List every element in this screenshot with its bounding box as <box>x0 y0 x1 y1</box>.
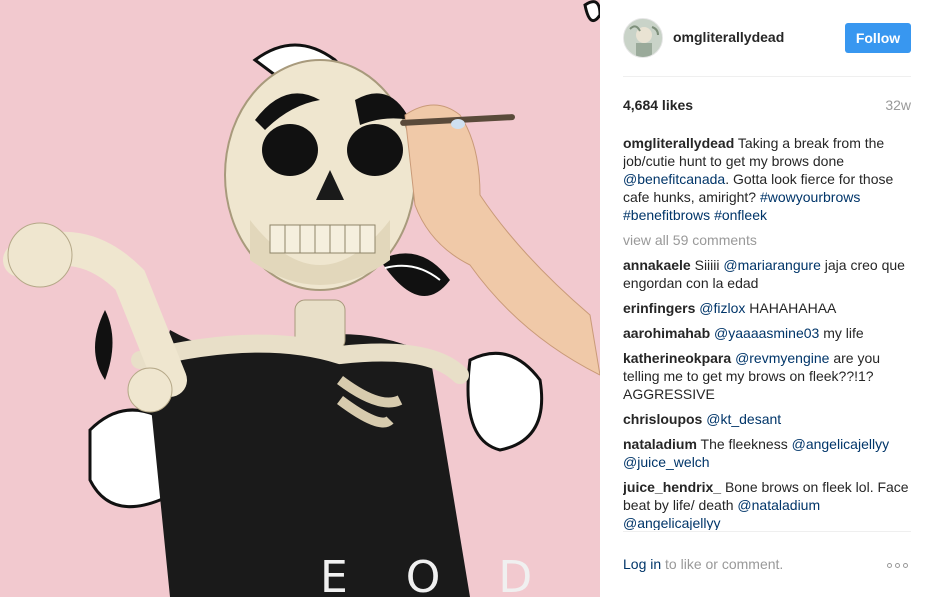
login-link[interactable]: Log in <box>623 556 661 572</box>
comment-item: chrisloupos @kt_desant <box>623 410 915 428</box>
comment-mention[interactable]: @mariarangure <box>723 257 820 273</box>
footer-text: to like or comment. <box>661 556 784 572</box>
comments-list[interactable]: omgliterallydead Taking a break from the… <box>623 134 915 530</box>
comment-text-end: my life <box>819 325 864 341</box>
avatar[interactable] <box>623 18 663 58</box>
comment-mention[interactable]: @revmyengine <box>735 350 829 366</box>
comment-item: erinfingers @fizlox HAHAHAHAA <box>623 299 915 317</box>
dot-icon <box>887 562 892 568</box>
caption: omgliterallydead Taking a break from the… <box>623 134 915 224</box>
caption-hashtag-3[interactable]: #onfleek <box>714 207 767 223</box>
caption-mention[interactable]: @benefitcanada <box>623 171 725 187</box>
skeleton-photo-illustration: E O D <box>0 0 600 597</box>
comment-username[interactable]: katherineokpara <box>623 350 731 366</box>
comment-mention[interactable]: @yaaaasmine03 <box>714 325 819 341</box>
comment-item: annakaele Siiiii @mariarangure jaja creo… <box>623 256 915 292</box>
likes-count[interactable]: 4,684 likes <box>623 97 693 113</box>
post-header: omgliterallydead Follow <box>623 18 911 58</box>
dot-icon <box>895 562 900 568</box>
comment-item: nataladium The fleekness @angelicajellyy… <box>623 435 915 471</box>
post-footer: Log in to like or comment. <box>623 556 911 576</box>
caption-username[interactable]: omgliterallydead <box>623 135 734 151</box>
footer-divider <box>623 531 911 532</box>
comment-mention[interactable]: @nataladium <box>737 497 820 513</box>
comment-username[interactable]: juice_hendrix_ <box>623 479 721 495</box>
comment-item: aarohimahab @yaaaasmine03 my life <box>623 324 915 342</box>
comment-mention[interactable]: @fizlox <box>699 300 745 316</box>
comment-mention-2[interactable]: @angelicajellyy <box>623 515 720 530</box>
avatar-image <box>624 19 662 57</box>
header-divider <box>623 76 911 77</box>
comment-item: katherineokpara @revmyengine are you tel… <box>623 349 915 403</box>
svg-text:E O D: E O D <box>320 552 554 597</box>
follow-button[interactable]: Follow <box>845 23 911 53</box>
comment-text-end: HAHAHAHAA <box>745 300 837 316</box>
comment-text: The fleekness <box>700 436 792 452</box>
caption-hashtag-2[interactable]: #benefitbrows <box>623 207 710 223</box>
caption-hashtag-1[interactable]: #wowyourbrows <box>760 189 860 205</box>
comment-username[interactable]: nataladium <box>623 436 697 452</box>
comment-username[interactable]: erinfingers <box>623 300 695 316</box>
post-photo[interactable]: E O D <box>0 0 600 597</box>
instagram-post: E O D omgliterallydead Follow 4,684 like… <box>0 0 934 597</box>
comment-text: Siiiii <box>694 257 724 273</box>
comment-username[interactable]: chrisloupos <box>623 411 702 427</box>
comment-username[interactable]: aarohimahab <box>623 325 710 341</box>
comment-mention[interactable]: @kt_desant <box>706 411 781 427</box>
comment-mention-2[interactable]: @juice_welch <box>623 454 710 470</box>
post-author-username[interactable]: omgliterallydead <box>673 29 784 45</box>
post-age[interactable]: 32w <box>885 97 911 113</box>
post-sidebar: omgliterallydead Follow 4,684 likes 32w … <box>600 0 934 597</box>
comment-mention[interactable]: @angelicajellyy <box>792 436 889 452</box>
comment-username[interactable]: annakaele <box>623 257 691 273</box>
more-options-icon[interactable] <box>887 559 911 571</box>
view-all-comments-link[interactable]: view all 59 comments <box>623 231 915 249</box>
comment-item: juice_hendrix_ Bone brows on fleek lol. … <box>623 478 915 530</box>
dot-icon <box>903 562 908 568</box>
